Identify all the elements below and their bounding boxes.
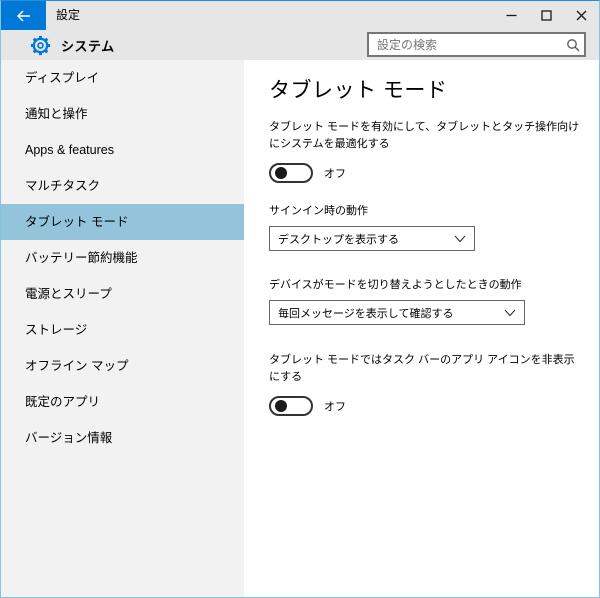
sidebar-item-label: 電源とスリープ bbox=[25, 287, 112, 301]
sidebar-item-about[interactable]: バージョン情報 bbox=[1, 420, 244, 456]
search-icon bbox=[567, 38, 580, 51]
sidebar-item-label: マルチタスク bbox=[25, 179, 101, 193]
sidebar-item-display[interactable]: ディスプレイ bbox=[1, 60, 244, 96]
close-icon bbox=[576, 10, 587, 21]
sidebar-item-power-sleep[interactable]: 電源とスリープ bbox=[1, 276, 244, 312]
search-input[interactable] bbox=[369, 34, 562, 55]
tablet-mode-toggle-row: オフ bbox=[269, 163, 585, 183]
app-section-title: システム bbox=[61, 39, 115, 54]
toggle-knob bbox=[275, 400, 287, 412]
page-title: タブレット モード bbox=[269, 79, 448, 102]
sidebar-item-label: Apps & features bbox=[25, 143, 114, 157]
sidebar-item-label: タブレット モード bbox=[25, 215, 129, 229]
minimize-button[interactable] bbox=[494, 1, 529, 30]
tablet-mode-toggle[interactable] bbox=[269, 163, 313, 183]
app-header: システム bbox=[29, 34, 115, 57]
mode-switch-behavior-dropdown[interactable]: 毎回メッセージを表示して確認する bbox=[269, 300, 525, 325]
gear-icon bbox=[30, 35, 51, 56]
maximize-button[interactable] bbox=[529, 1, 564, 30]
settings-window: 設定 システム 設定の検索 ディスプレイ 通知と操作 Apps & featur… bbox=[0, 0, 600, 598]
search-box bbox=[367, 32, 586, 57]
titlebar: 設定 bbox=[1, 1, 599, 31]
sidebar-item-storage[interactable]: ストレージ bbox=[1, 312, 244, 348]
minimize-icon bbox=[506, 14, 517, 17]
close-button[interactable] bbox=[564, 1, 599, 30]
toggle-state-label: オフ bbox=[324, 168, 346, 180]
hide-taskbar-icons-toggle[interactable] bbox=[269, 396, 313, 416]
hide-taskbar-icons-toggle-row: オフ bbox=[269, 396, 585, 416]
sidebar-item-label: バッテリー節約機能 bbox=[25, 251, 138, 265]
window-body: ディスプレイ 通知と操作 Apps & features マルチタスク タブレッ… bbox=[1, 60, 599, 597]
sidebar-item-label: ストレージ bbox=[25, 323, 88, 337]
chevron-down-icon bbox=[504, 309, 516, 316]
page-content: タブレット モード タブレット モードを有効にして、タブレットとタッチ操作向けに… bbox=[244, 60, 599, 597]
sidebar-item-label: 既定のアプリ bbox=[25, 395, 101, 409]
sidebar-item-default-apps[interactable]: 既定のアプリ bbox=[1, 384, 244, 420]
sidebar-item-label: オフライン マップ bbox=[25, 359, 129, 373]
signin-behavior-dropdown[interactable]: デスクトップを表示する bbox=[269, 226, 475, 251]
chevron-down-icon bbox=[454, 235, 466, 242]
window-title: 設定 bbox=[56, 8, 81, 22]
signin-behavior-label: サインイン時の動作 bbox=[269, 205, 368, 217]
sidebar-nav: ディスプレイ 通知と操作 Apps & features マルチタスク タブレッ… bbox=[1, 60, 244, 597]
sidebar-item-label: ディスプレイ bbox=[25, 71, 100, 85]
back-button[interactable] bbox=[1, 1, 46, 30]
mode-switch-behavior-label: デバイスがモードを切り替えようとしたときの動作 bbox=[269, 279, 522, 291]
toggle-knob bbox=[275, 167, 287, 179]
sidebar-item-label: バージョン情報 bbox=[25, 431, 113, 445]
sidebar-item-tablet-mode[interactable]: タブレット モード bbox=[1, 204, 244, 240]
dropdown-selected-value: デスクトップを表示する bbox=[278, 233, 399, 246]
hide-taskbar-icons-description: タブレット モードではタスク バーのアプリ アイコンを非表示にする bbox=[269, 354, 575, 383]
window-chrome: 設定 システム 設定の検索 bbox=[1, 1, 599, 60]
dropdown-selected-value: 毎回メッセージを表示して確認する bbox=[278, 307, 454, 320]
sidebar-item-battery-saver[interactable]: バッテリー節約機能 bbox=[1, 240, 244, 276]
search-submit[interactable] bbox=[562, 34, 584, 55]
sidebar-item-apps-features[interactable]: Apps & features bbox=[1, 132, 244, 168]
sidebar-item-label: 通知と操作 bbox=[25, 107, 88, 121]
window-controls bbox=[494, 1, 599, 30]
sidebar-item-notifications[interactable]: 通知と操作 bbox=[1, 96, 244, 132]
maximize-icon bbox=[541, 10, 552, 21]
sidebar-item-offline-maps[interactable]: オフライン マップ bbox=[1, 348, 244, 384]
tablet-mode-description: タブレット モードを有効にして、タブレットとタッチ操作向けにシステムを最適化する bbox=[269, 121, 580, 150]
sidebar-item-multitasking[interactable]: マルチタスク bbox=[1, 168, 244, 204]
back-arrow-icon bbox=[16, 9, 30, 22]
toggle-state-label: オフ bbox=[324, 401, 346, 413]
